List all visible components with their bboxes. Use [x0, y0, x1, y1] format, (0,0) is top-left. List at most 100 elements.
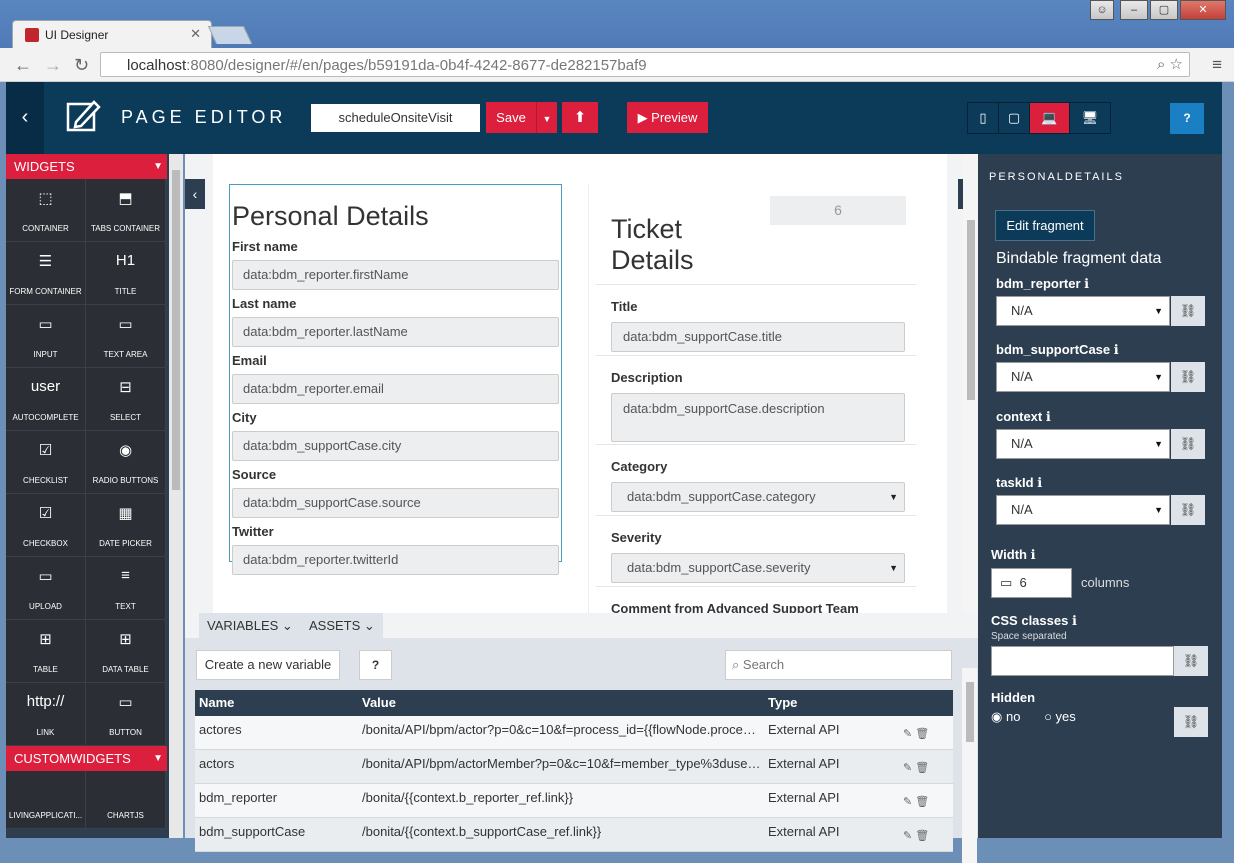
help-button[interactable]: ?: [1170, 103, 1204, 134]
table-row[interactable]: actores/bonita/API/bpm/actor?p=0&c=10&f=…: [195, 716, 953, 750]
browser-tab[interactable]: UI Designer ✕: [12, 20, 212, 48]
collapse-palette-icon[interactable]: ‹: [185, 179, 205, 209]
widget-table[interactable]: ⊞ TABLE: [6, 620, 86, 683]
table-row[interactable]: actors/bonita/API/bpm/actorMember?p=0&c=…: [195, 750, 953, 784]
hidden-yes-radio[interactable]: ○ yes: [1044, 709, 1086, 724]
custom-widget-item[interactable]: LIVINGAPPLICATI...: [6, 771, 86, 829]
save-button[interactable]: Save ▼: [486, 102, 557, 133]
ticket-details-container[interactable]: 6 Ticket Details Title data:bdm_supportCa…: [588, 184, 921, 613]
hidden-bind-link-icon[interactable]: ⛓: [1174, 707, 1208, 737]
bind-link-icon[interactable]: ⛓: [1171, 429, 1205, 459]
forward-arrow-icon[interactable]: →: [44, 55, 62, 76]
field-select[interactable]: data:bdm_supportCase.category ▼: [611, 482, 905, 512]
search-and-star-icons[interactable]: ⌕ ☆: [1157, 55, 1183, 73]
widget-container[interactable]: ⬚ CONTAINER: [6, 179, 86, 242]
widget-radio-buttons[interactable]: ◉ RADIO BUTTONS: [86, 431, 166, 494]
edit-icon[interactable]: ✎: [903, 796, 912, 808]
new-tab-button[interactable]: [207, 26, 253, 44]
widget-link[interactable]: http:// LINK: [6, 683, 86, 746]
page-name-input[interactable]: scheduleOnsiteVisit: [311, 104, 480, 132]
widget-autocomplete[interactable]: user AUTOCOMPLETE: [6, 368, 86, 431]
custom-widget-item[interactable]: CHARTJS: [86, 771, 166, 829]
export-icon[interactable]: ⬆: [562, 102, 598, 133]
field-input[interactable]: data:bdm_reporter.lastName: [232, 317, 559, 347]
bind-link-icon[interactable]: ⛓: [1171, 296, 1205, 326]
canvas-scrollbar[interactable]: [963, 154, 978, 613]
binding-select[interactable]: N/A ▼: [996, 296, 1170, 326]
bind-link-icon[interactable]: ⛓: [1171, 362, 1205, 392]
preview-button[interactable]: ▶ Preview: [627, 102, 708, 133]
field-select[interactable]: data:bdm_supportCase.severity ▼: [611, 553, 905, 583]
widget-date-picker[interactable]: ▦ DATE PICKER: [86, 494, 166, 557]
back-button[interactable]: ‹: [6, 82, 44, 154]
close-tab-icon[interactable]: ✕: [190, 26, 201, 42]
browser-menu-icon[interactable]: ≡: [1212, 55, 1222, 75]
variables-scrollbar[interactable]: [962, 668, 977, 863]
minimize-button[interactable]: –: [1120, 0, 1148, 20]
column-name[interactable]: Name: [199, 690, 234, 716]
trash-icon[interactable]: 🗑: [912, 728, 929, 740]
field-input[interactable]: data:bdm_reporter.firstName: [232, 260, 559, 290]
laptop-icon[interactable]: 💻: [1030, 103, 1070, 133]
binding-select[interactable]: N/A ▼: [996, 362, 1170, 392]
trash-icon[interactable]: 🗑: [912, 762, 929, 774]
variables-search-input[interactable]: ⌕ Search: [725, 650, 952, 680]
column-type[interactable]: Type: [768, 690, 797, 716]
tab-assets[interactable]: ASSETS ⌄: [301, 613, 383, 638]
save-label[interactable]: Save: [486, 102, 537, 133]
css-bind-link-icon[interactable]: ⛓: [1174, 646, 1208, 676]
edit-fragment-button[interactable]: Edit fragment: [995, 210, 1095, 241]
widget-upload[interactable]: ▭ UPLOAD: [6, 557, 86, 620]
widget-tabs-container[interactable]: ⬒ TABS CONTAINER: [86, 179, 166, 242]
palette-scroll-thumb[interactable]: [172, 170, 180, 490]
widget-text-area[interactable]: ▭ TEXT AREA: [86, 305, 166, 368]
field-input[interactable]: data:bdm_reporter.email: [232, 374, 559, 404]
width-input[interactable]: ▭ 6: [991, 568, 1072, 598]
tablet-icon[interactable]: ▢: [999, 103, 1030, 133]
save-dropdown-icon[interactable]: ▼: [537, 104, 557, 135]
palette-scrollbar[interactable]: [169, 154, 183, 838]
personal-details-fragment[interactable]: Personal Details First name data:bdm_repo…: [229, 184, 562, 575]
reload-icon[interactable]: ↻: [74, 55, 89, 76]
maximize-button[interactable]: ▢: [1150, 0, 1178, 20]
url-field[interactable]: localhost:8080/designer/#/en/pages/b5919…: [100, 52, 1190, 77]
bind-link-icon[interactable]: ⛓: [1171, 495, 1205, 525]
desktop-icon[interactable]: 🖥: [1070, 103, 1110, 133]
variables-help-button[interactable]: ?: [359, 650, 392, 680]
trash-icon[interactable]: 🗑: [912, 796, 929, 808]
field-input[interactable]: data:bdm_supportCase.source: [232, 488, 559, 518]
column-value[interactable]: Value: [362, 690, 762, 716]
edit-icon[interactable]: ✎: [903, 728, 912, 740]
widget-input[interactable]: ▭ INPUT: [6, 305, 86, 368]
field-input[interactable]: data:bdm_supportCase.title: [611, 322, 905, 352]
hidden-no-radio[interactable]: ◉ no: [991, 709, 1030, 724]
user-icon[interactable]: ☺: [1090, 0, 1114, 20]
phone-icon[interactable]: ▯: [968, 103, 999, 133]
field-input[interactable]: data:bdm_supportCase.city: [232, 431, 559, 461]
edit-icon[interactable]: ✎: [903, 830, 912, 842]
table-row[interactable]: bdm_reporter/bonita/{{context.b_reporter…: [195, 784, 953, 818]
css-classes-input[interactable]: [991, 646, 1174, 676]
widget-text[interactable]: ≡ TEXT: [86, 557, 166, 620]
field-input[interactable]: data:bdm_supportCase.description: [611, 393, 905, 442]
widget-checkbox[interactable]: ☑ CHECKBOX: [6, 494, 86, 557]
field-input[interactable]: data:bdm_reporter.twitterId: [232, 545, 559, 575]
widget-form-container[interactable]: ☰ FORM CONTAINER: [6, 242, 86, 305]
binding-select[interactable]: N/A ▼: [996, 495, 1170, 525]
widget-button[interactable]: ▭ BUTTON: [86, 683, 166, 746]
variables-scroll-thumb[interactable]: [966, 682, 974, 742]
close-window-button[interactable]: ✕: [1180, 0, 1226, 20]
binding-select[interactable]: N/A ▼: [996, 429, 1170, 459]
widget-select[interactable]: ⊟ SELECT: [86, 368, 166, 431]
custom-widgets-header[interactable]: CUSTOMWIDGETS ▼: [6, 746, 167, 771]
widget-data-table[interactable]: ⊞ DATA TABLE: [86, 620, 166, 683]
widget-checklist[interactable]: ☑ CHECKLIST: [6, 431, 86, 494]
back-arrow-icon[interactable]: ←: [14, 55, 32, 76]
trash-icon[interactable]: 🗑: [912, 830, 929, 842]
widget-title[interactable]: H1 TITLE: [86, 242, 166, 305]
create-variable-button[interactable]: Create a new variable: [196, 650, 340, 680]
widgets-section-header[interactable]: WIDGETS ▼: [6, 154, 167, 179]
tab-variables[interactable]: VARIABLES ⌄: [199, 613, 301, 638]
canvas-scroll-thumb[interactable]: [967, 220, 975, 400]
edit-icon[interactable]: ✎: [903, 762, 912, 774]
